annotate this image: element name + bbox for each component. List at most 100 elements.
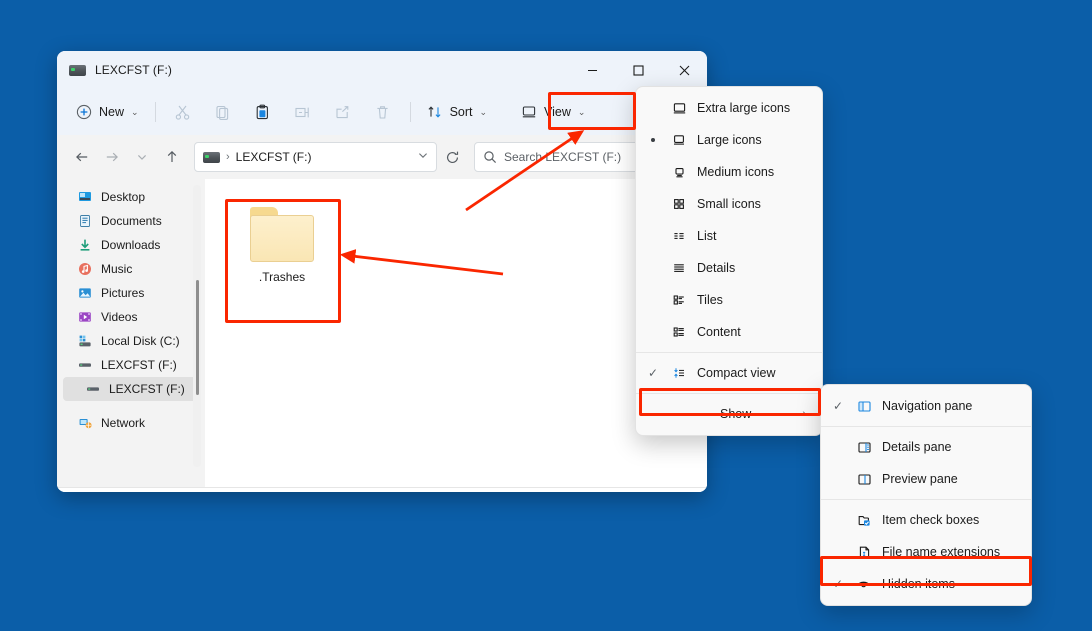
menu-item-content[interactable]: Content: [640, 316, 818, 348]
menu-item-list[interactable]: List: [640, 220, 818, 252]
sidebar-item-network[interactable]: Network: [63, 411, 199, 435]
view-dropdown-menu: Extra large icons Large icons Medium ico…: [635, 86, 823, 436]
recent-locations-button[interactable]: [128, 143, 156, 171]
checkbox-folder-icon: [851, 513, 877, 528]
menu-item-item-check-boxes[interactable]: Item check boxes: [825, 504, 1027, 536]
sidebar-item-lexcfst-f-2[interactable]: LEXCFST (F:): [63, 377, 199, 401]
rename-button[interactable]: [283, 96, 323, 128]
sidebar-item-downloads[interactable]: Downloads: [63, 233, 199, 257]
address-dropdown-button[interactable]: [416, 148, 430, 167]
menu-item-label: List: [692, 229, 716, 243]
plus-circle-icon: [76, 104, 92, 120]
menu-item-tiles[interactable]: Tiles: [640, 284, 818, 316]
chevron-down-icon: [416, 148, 430, 162]
monitor-icon: [521, 104, 537, 120]
search-input[interactable]: Search LEXCFST (F:): [504, 150, 621, 164]
menu-item-file-name-extensions[interactable]: File name extensions: [825, 536, 1027, 568]
sort-button-label: Sort: [450, 105, 473, 119]
rename-icon: [294, 104, 311, 121]
submenu-separator-1: [821, 426, 1031, 427]
sidebar-item-local-disk-c[interactable]: Local Disk (C:): [63, 329, 199, 353]
sidebar-item-desktop[interactable]: Desktop: [63, 185, 199, 209]
cut-button[interactable]: [163, 96, 203, 128]
menu-item-details[interactable]: Details: [640, 252, 818, 284]
share-button[interactable]: [323, 96, 363, 128]
menu-item-compact-view[interactable]: ✓ Compact view: [640, 357, 818, 389]
breadcrumb[interactable]: › LEXCFST (F:): [226, 150, 410, 164]
eye-icon: [851, 576, 877, 592]
menu-item-label: Preview pane: [877, 472, 958, 486]
tiles-icon: [666, 293, 692, 307]
sidebar-item-pictures[interactable]: Pictures: [63, 281, 199, 305]
menu-item-label: Navigation pane: [877, 399, 972, 413]
breadcrumb-current[interactable]: LEXCFST (F:): [236, 150, 312, 164]
sort-button[interactable]: Sort ⌄: [418, 96, 496, 128]
search-box[interactable]: Search LEXCFST (F:): [474, 142, 656, 172]
sidebar-item-label: Pictures: [101, 286, 144, 300]
menu-item-label: Tiles: [692, 293, 723, 307]
file-extension-icon: [851, 545, 877, 560]
menu-item-label: Hidden items: [877, 577, 955, 591]
drive-icon: [77, 357, 93, 373]
view-button[interactable]: View ⌄: [512, 96, 594, 128]
sidebar-item-videos[interactable]: Videos: [63, 305, 199, 329]
close-button[interactable]: [661, 51, 707, 89]
trash-icon: [374, 104, 391, 121]
address-bar[interactable]: › LEXCFST (F:): [194, 142, 437, 172]
menu-item-label: Show: [692, 407, 751, 421]
download-icon: [77, 237, 93, 253]
document-icon: [77, 213, 93, 229]
content-pane[interactable]: .Trashes: [205, 179, 707, 487]
menu-item-details-pane[interactable]: Details pane: [825, 431, 1027, 463]
menu-item-label: Small icons: [692, 197, 761, 211]
sidebar-item-label: Music: [101, 262, 132, 276]
navigation-pane-scrollbar[interactable]: [193, 185, 201, 467]
forward-button[interactable]: [98, 143, 126, 171]
minimize-button[interactable]: [569, 51, 615, 89]
menu-item-extra-large-icons[interactable]: Extra large icons: [640, 92, 818, 124]
menu-item-preview-pane[interactable]: Preview pane: [825, 463, 1027, 495]
address-bar-row: › LEXCFST (F:) Search LEXCFST (F:): [57, 135, 707, 179]
network-icon: [77, 415, 93, 431]
up-button[interactable]: [158, 143, 186, 171]
refresh-button[interactable]: [439, 143, 465, 171]
list-item[interactable]: .Trashes: [228, 194, 336, 312]
maximize-button[interactable]: [615, 51, 661, 89]
menu-item-label: File name extensions: [877, 545, 1000, 559]
menu-item-show[interactable]: Show ›: [640, 398, 818, 430]
menu-item-hidden-items[interactable]: ✓ Hidden items: [825, 568, 1027, 600]
new-button[interactable]: New ⌄: [67, 96, 148, 128]
arrow-left-icon: [74, 149, 90, 165]
menu-item-label: Content: [692, 325, 741, 339]
chevron-down-icon: ⌄: [131, 107, 139, 118]
delete-button[interactable]: [363, 96, 403, 128]
menu-item-small-icons[interactable]: Small icons: [640, 188, 818, 220]
menu-item-navigation-pane[interactable]: ✓ Navigation pane: [825, 390, 1027, 422]
monitor-icon: [666, 133, 692, 147]
sidebar-item-lexcfst-f-1[interactable]: LEXCFST (F:): [63, 353, 199, 377]
menu-separator-2: [636, 393, 822, 394]
title-bar: LEXCFST (F:): [57, 51, 707, 89]
sidebar-item-documents[interactable]: Documents: [63, 209, 199, 233]
file-explorer-window: LEXCFST (F:) New ⌄: [57, 51, 707, 492]
scrollbar-thumb[interactable]: [196, 280, 199, 395]
menu-radio-indicator: [640, 138, 666, 143]
back-button[interactable]: [68, 143, 96, 171]
copy-button[interactable]: [203, 96, 243, 128]
video-icon: [77, 309, 93, 325]
menu-item-label: Item check boxes: [877, 513, 979, 527]
paste-button[interactable]: [243, 96, 283, 128]
menu-item-large-icons[interactable]: Large icons: [640, 124, 818, 156]
content-icon: [666, 325, 692, 339]
refresh-icon: [445, 150, 460, 165]
menu-item-label: Details pane: [877, 440, 952, 454]
check-icon: ✓: [825, 577, 851, 591]
sidebar-item-music[interactable]: Music: [63, 257, 199, 281]
menu-item-label: Extra large icons: [692, 101, 790, 115]
submenu-separator-2: [821, 499, 1031, 500]
chevron-down-icon: [135, 150, 149, 164]
drive-icon: [69, 65, 86, 76]
menu-item-medium-icons[interactable]: Medium icons: [640, 156, 818, 188]
drive-icon: [203, 152, 220, 163]
sidebar-item-label: Desktop: [101, 190, 145, 204]
